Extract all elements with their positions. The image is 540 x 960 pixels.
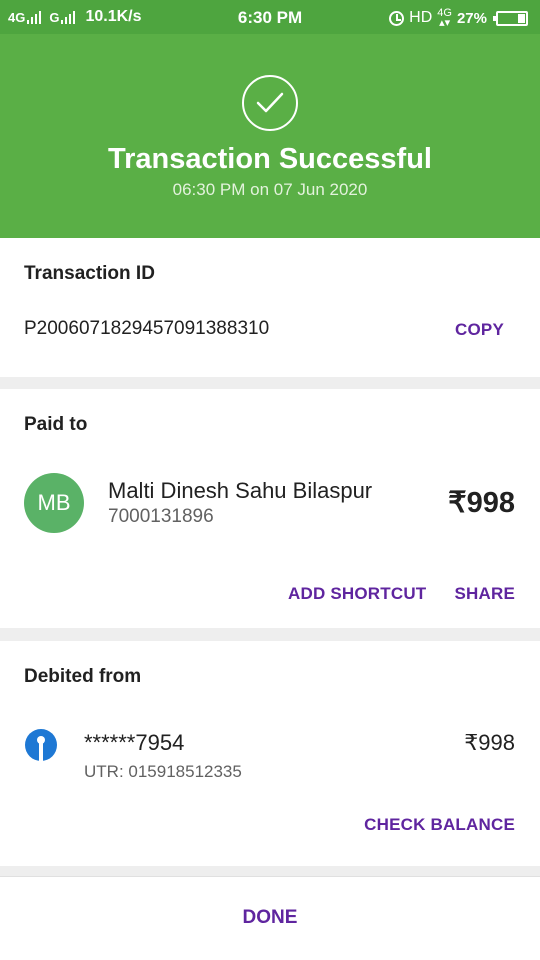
transaction-timestamp: 06:30 PM on 07 Jun 2020: [172, 180, 368, 199]
transaction-id-value: P2006071829457091388310: [24, 318, 270, 339]
hd-indicator: HD: [409, 9, 433, 26]
bottom-bar: DONE: [0, 876, 540, 960]
success-header: Transaction Successful 06:30 PM on 07 Ju…: [0, 34, 540, 238]
status-bar-right: HD 4G ▴▾ 27%: [389, 7, 528, 29]
share-button[interactable]: SHARE: [454, 584, 515, 604]
paid-amount: ₹998: [448, 487, 515, 519]
transaction-id-heading: Transaction ID: [24, 263, 155, 284]
utr-number: UTR: 015918512335: [84, 762, 242, 781]
paid-to-card: Paid to MB Malti Dinesh Sahu Bilaspur 70…: [0, 389, 540, 628]
payee-phone: 7000131896: [108, 506, 214, 527]
sbi-bank-icon: [25, 729, 57, 761]
avatar: MB: [24, 473, 84, 533]
add-shortcut-button[interactable]: ADD SHORTCUT: [288, 584, 426, 604]
battery-percent: 27%: [456, 9, 487, 27]
transaction-id-card: Transaction ID P2006071829457091388310 C…: [0, 238, 540, 377]
debited-amount: ₹998: [464, 730, 515, 755]
payee-name: Malti Dinesh Sahu Bilaspur: [108, 478, 373, 503]
check-circle-icon: [242, 75, 298, 131]
done-button[interactable]: DONE: [0, 877, 540, 960]
page-title: Transaction Successful: [108, 143, 432, 175]
paid-to-heading: Paid to: [24, 414, 88, 435]
account-number: ******7954: [84, 730, 185, 755]
battery-level: [518, 13, 525, 23]
copy-button[interactable]: COPY: [455, 320, 504, 340]
battery-icon: [493, 10, 528, 26]
network-type-3-label: 4G: [437, 7, 452, 19]
network-type-3: 4G ▴▾: [437, 7, 452, 29]
debited-from-heading: Debited from: [24, 666, 142, 687]
status-bar: 4G G 10.1K/s 6:30 PM HD 4G ▴▾ 27%: [0, 0, 540, 34]
debited-from-card: Debited from ******7954 UTR: 01591851233…: [0, 641, 540, 866]
check-balance-button[interactable]: CHECK BALANCE: [364, 815, 515, 835]
alarm-icon: [389, 10, 405, 26]
